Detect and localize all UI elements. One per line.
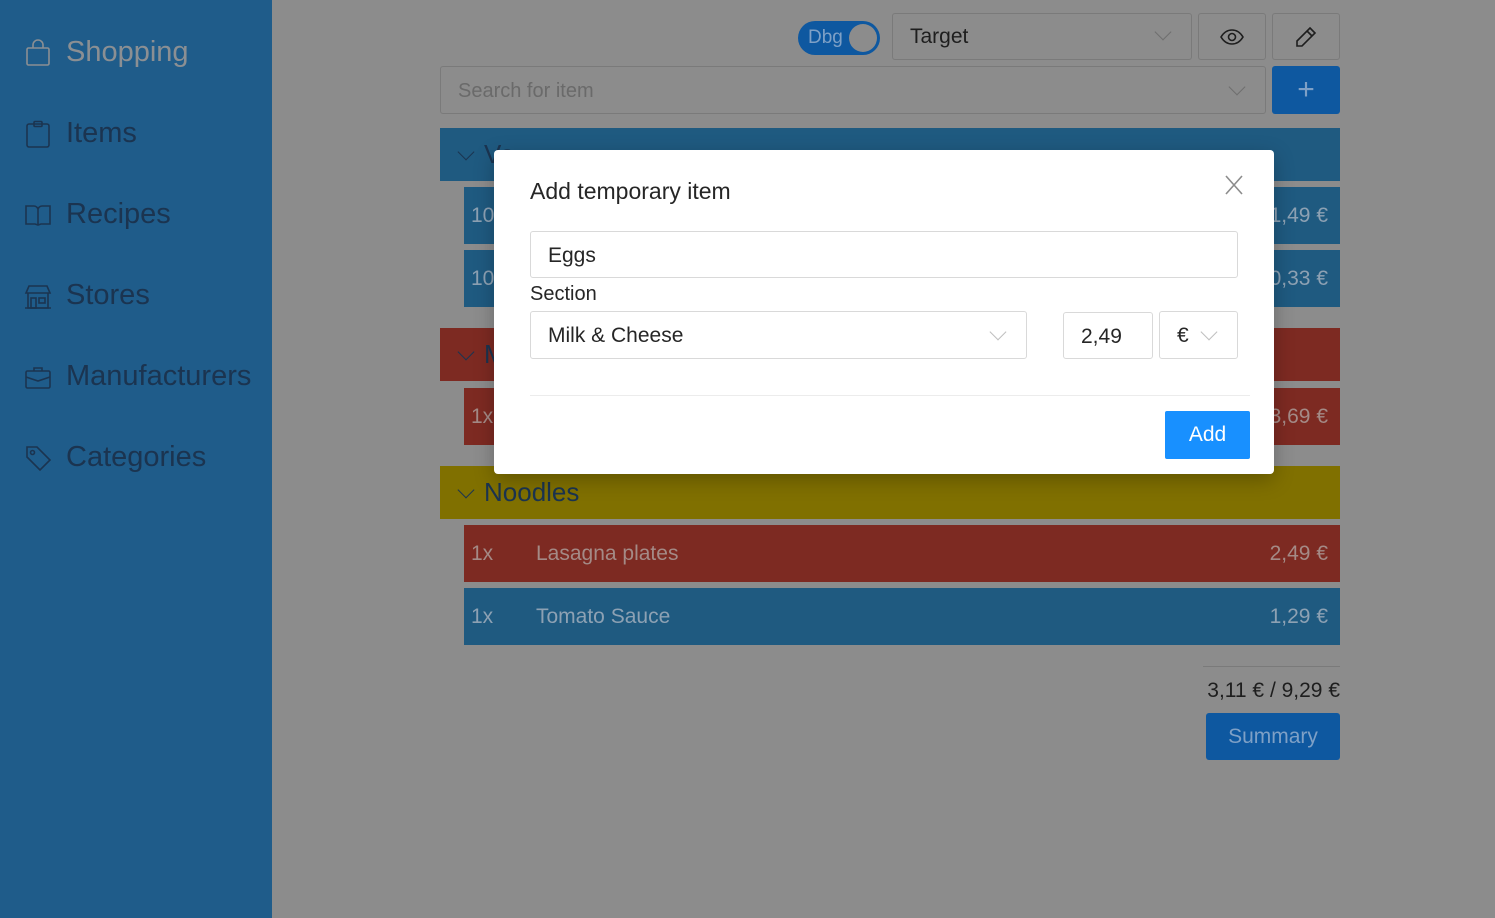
sidebar-item-recipes[interactable]: Recipes — [24, 198, 171, 231]
item-price: 2,49 € — [1269, 541, 1328, 565]
search-item-input[interactable]: Search for item — [440, 66, 1266, 114]
eye-icon — [1220, 28, 1244, 45]
view-button[interactable] — [1198, 13, 1266, 60]
item-price: 0,33 € — [1269, 266, 1328, 290]
debug-toggle[interactable]: Dbg — [798, 21, 880, 55]
search-placeholder: Search for item — [458, 80, 594, 102]
item-price: 3,69 € — [1269, 404, 1328, 428]
sidebar-item-manufacturers[interactable]: Manufacturers — [24, 360, 251, 393]
sidebar-item-label: Categories — [66, 441, 207, 473]
chevron-down-icon — [457, 343, 475, 360]
book-icon — [25, 204, 51, 226]
item-name-value: Eggs — [548, 244, 596, 267]
store-icon — [24, 284, 52, 309]
summary-button[interactable]: Summary — [1206, 713, 1340, 760]
pencil-icon — [1296, 26, 1317, 47]
toggle-knob — [849, 24, 877, 52]
briefcase-icon — [25, 366, 51, 389]
section-label: Section — [530, 283, 597, 305]
item-qty: 1x — [471, 541, 494, 565]
sidebar: Shopping Items Recipes Stores Manufactur… — [0, 0, 272, 918]
store-select[interactable]: Target — [892, 13, 1192, 60]
item-name-input[interactable]: Eggs — [530, 231, 1238, 278]
add-item-button[interactable]: + — [1272, 66, 1340, 114]
shopping-bag-icon — [26, 38, 50, 66]
add-temporary-item-modal: Add temporary item Eggs Section Milk & C… — [494, 150, 1274, 474]
price-value: 2,49 — [1081, 325, 1122, 348]
chevron-down-icon — [1200, 323, 1218, 341]
item-price: 1,29 € — [1269, 604, 1328, 628]
store-select-value: Target — [910, 25, 969, 48]
item-name: Lasagna plates — [536, 541, 679, 565]
price-input[interactable]: 2,49 — [1063, 312, 1153, 359]
list-item[interactable]: 1x Lasagna plates 2,49 € — [464, 525, 1340, 582]
item-qty: 1x — [471, 604, 494, 628]
item-price: 1,49 € — [1269, 203, 1328, 227]
section-select[interactable]: Milk & Cheese — [530, 311, 1027, 359]
currency-value: € — [1177, 324, 1189, 347]
sidebar-item-label: Shopping — [66, 36, 189, 68]
modal-title: Add temporary item — [530, 178, 731, 204]
total-price: 3,11 € / 9,29 € — [1207, 679, 1340, 702]
section-select-value: Milk & Cheese — [548, 324, 684, 347]
currency-select[interactable]: € — [1159, 311, 1238, 359]
modal-footer-divider — [530, 395, 1250, 396]
modal-add-button[interactable]: Add — [1165, 411, 1250, 459]
sidebar-item-label: Manufacturers — [66, 360, 252, 392]
sidebar-item-label: Items — [66, 117, 137, 149]
clipboard-icon — [26, 120, 50, 148]
close-icon[interactable] — [1224, 174, 1244, 196]
sidebar-item-items[interactable]: Items — [24, 117, 137, 150]
chevron-down-icon — [457, 481, 475, 498]
plus-icon: + — [1297, 73, 1315, 106]
chevron-down-icon — [1228, 78, 1246, 96]
list-item[interactable]: 1x Tomato Sauce 1,29 € — [464, 588, 1340, 645]
item-name: Tomato Sauce — [536, 604, 671, 628]
sidebar-item-label: Stores — [66, 279, 150, 311]
sidebar-item-label: Recipes — [66, 198, 171, 230]
chevron-down-icon — [457, 143, 475, 160]
debug-toggle-label: Dbg — [808, 27, 843, 48]
sidebar-item-shopping[interactable]: Shopping — [24, 36, 189, 69]
total-divider — [1203, 666, 1340, 667]
edit-button[interactable] — [1272, 13, 1340, 60]
section-title: Noodles — [484, 477, 580, 507]
sidebar-item-stores[interactable]: Stores — [24, 279, 150, 312]
tag-icon — [26, 445, 52, 471]
sidebar-item-categories[interactable]: Categories — [24, 441, 206, 474]
chevron-down-icon — [989, 323, 1007, 341]
chevron-down-icon — [1154, 23, 1172, 41]
